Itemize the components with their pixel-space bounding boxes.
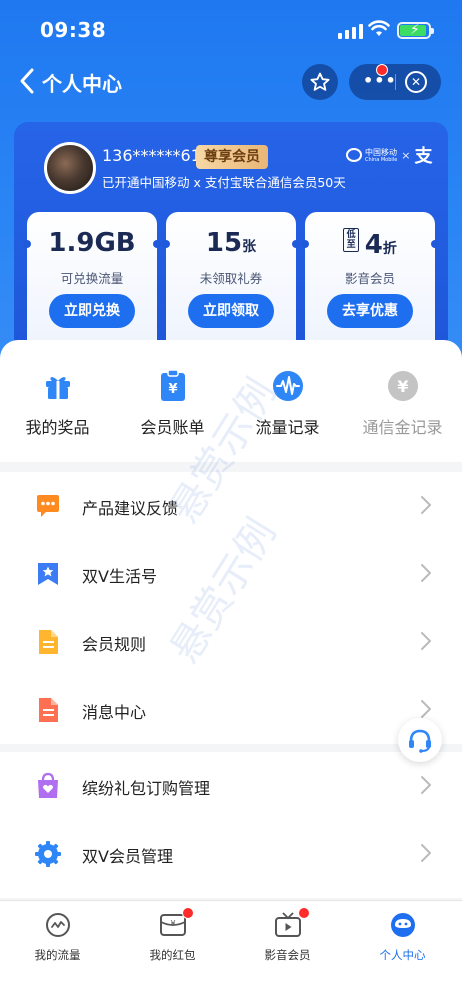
traffic-icon [45,913,70,937]
benefit-prefix: 低至 [343,228,360,252]
menu-item-gift-order[interactable]: 缤纷礼包订购管理 [0,752,462,820]
quick-action-label: 我的奖品 [25,418,90,437]
close-button[interactable]: ✕ [405,71,427,93]
document-icon [39,630,58,654]
tab-label: 我的红包 [149,948,196,962]
status-bar: 09:38 ⚡ [0,0,462,58]
menu-item-life-account[interactable]: 双V生活号 [0,540,462,608]
member-card: 136******61 尊享会员 已开通中国移动 x 支付宝联合通信会员50天 … [14,122,448,354]
tab-label: 影音会员 [264,948,311,962]
benefit-tile-traffic: 1.9GB 可兑换流量 立即兑换 [23,212,161,352]
cellular-signal-icon [338,24,363,39]
close-icon: ✕ [410,75,422,89]
menu-group-1: 产品建议反馈 双V生活号 会员规则 消息中心 [0,472,462,744]
chevron-right-icon [421,776,431,794]
gear-icon [35,841,61,867]
tab-personal-center[interactable]: 个人中心 [345,911,460,963]
benefit-unit: 折 [382,241,397,257]
favorite-button[interactable] [302,64,338,100]
notification-dot [376,64,388,76]
tab-label: 我的流量 [34,948,81,962]
menu-item-vip-management[interactable]: 双V会员管理 [0,820,462,888]
membership-description: 已开通中国移动 x 支付宝联合通信会员50天 [102,175,346,190]
benefit-value: 15 [205,228,243,258]
menu-item-label: 双V会员管理 [82,847,173,866]
gift-bag-icon [38,772,58,798]
svg-text:¥: ¥ [397,377,408,396]
star-bookmark-icon [38,563,58,585]
chevron-right-icon [421,844,431,862]
menu-item-label: 双V生活号 [82,567,157,586]
quick-action-panel: 我的奖品 ¥ 会员账单 流量记录 ¥ 通信金记录 [0,340,462,462]
gift-icon [45,377,70,399]
star-icon [310,72,330,91]
bill-icon: ¥ [160,369,185,401]
charging-bolt-icon: ⚡ [410,22,420,38]
chevron-right-icon [421,700,431,718]
tab-media-member[interactable]: 影音会员 [230,907,345,963]
headset-icon [409,729,431,753]
bottom-tab-bar: 我的流量 ¥ 我的红包 影音会员 个人中心 [0,900,462,1000]
alipay-logo-icon: 支 [414,146,433,167]
quick-action-bill[interactable]: ¥ 会员账单 [115,368,230,438]
mini-program-capsule: ••• ✕ [349,64,441,100]
menu-item-label: 产品建议反馈 [82,499,179,518]
quick-action-label: 通信金记录 [362,418,443,437]
tab-my-traffic[interactable]: 我的流量 [0,911,115,963]
traffic-wave-icon [272,371,303,401]
benefit-value: 4 [364,230,383,260]
partner-cross: × [401,148,411,162]
benefit-tile-coupons: 15张 未领取礼券 立即领取 [162,212,300,352]
benefit-unit: 张 [242,239,257,255]
tab-label: 个人中心 [379,948,426,962]
notification-dot [182,907,194,919]
benefit-label: 未领取礼券 [199,271,263,286]
enjoy-discount-button[interactable]: 去享优惠 [327,294,413,328]
menu-item-feedback[interactable]: 产品建议反馈 [0,472,462,540]
menu-group-2: 缤纷礼包订购管理 双V会员管理 [0,752,462,898]
menu-item-member-rules[interactable]: 会员规则 [0,608,462,676]
quick-action-label: 会员账单 [140,418,205,437]
svg-text:¥: ¥ [170,919,175,928]
benefit-tile-media: 低至 4折 影音会员 去享优惠 [301,212,439,352]
partner-brand: 中国移动 [365,147,397,157]
china-mobile-logo-icon [346,148,362,162]
menu-item-label: 缤纷礼包订购管理 [82,779,211,798]
menu-item-label: 会员规则 [82,635,147,654]
page-title: 个人中心 [42,72,122,96]
yen-coin-icon: ¥ [387,371,418,401]
benefit-value: 1.9GB [48,228,136,258]
claim-coupon-button[interactable]: 立即领取 [188,294,274,328]
benefit-tiles: 1.9GB 可兑换流量 立即兑换 15张 未领取礼券 立即领取 低至 4折 影音… [23,212,439,352]
benefit-label: 可兑换流量 [60,271,124,286]
customer-service-button[interactable] [398,718,442,762]
user-face-icon [390,913,415,937]
tv-play-icon [274,912,301,937]
menu-item-message-center[interactable]: 消息中心 [0,676,462,744]
quick-action-label: 流量记录 [255,418,320,437]
tab-my-red-packet[interactable]: ¥ 我的红包 [115,907,230,963]
quick-action-prizes[interactable]: 我的奖品 [0,368,115,438]
benefit-label: 影音会员 [344,271,395,286]
svg-text:¥: ¥ [168,382,177,397]
partner-brand-en: China Mobile [365,156,398,163]
partner-logos: 中国移动 China Mobile × 支 [346,142,433,168]
vip-badge: 尊享会员 [196,145,268,169]
member-phone: 136******61 [102,146,201,165]
chevron-right-icon [421,564,431,582]
feedback-chat-icon [37,495,59,517]
message-document-icon [39,698,58,722]
menu-item-label: 消息中心 [82,703,147,722]
avatar[interactable] [44,142,96,194]
wifi-icon [368,20,390,36]
chevron-right-icon [421,632,431,650]
notification-dot [298,907,310,919]
quick-action-coin-record[interactable]: ¥ 通信金记录 [345,368,460,438]
back-chevron-icon[interactable] [16,66,42,96]
chevron-right-icon [421,496,431,514]
status-time: 09:38 [40,18,107,42]
quick-action-traffic[interactable]: 流量记录 [230,368,345,438]
redeem-traffic-button[interactable]: 立即兑换 [49,294,135,328]
